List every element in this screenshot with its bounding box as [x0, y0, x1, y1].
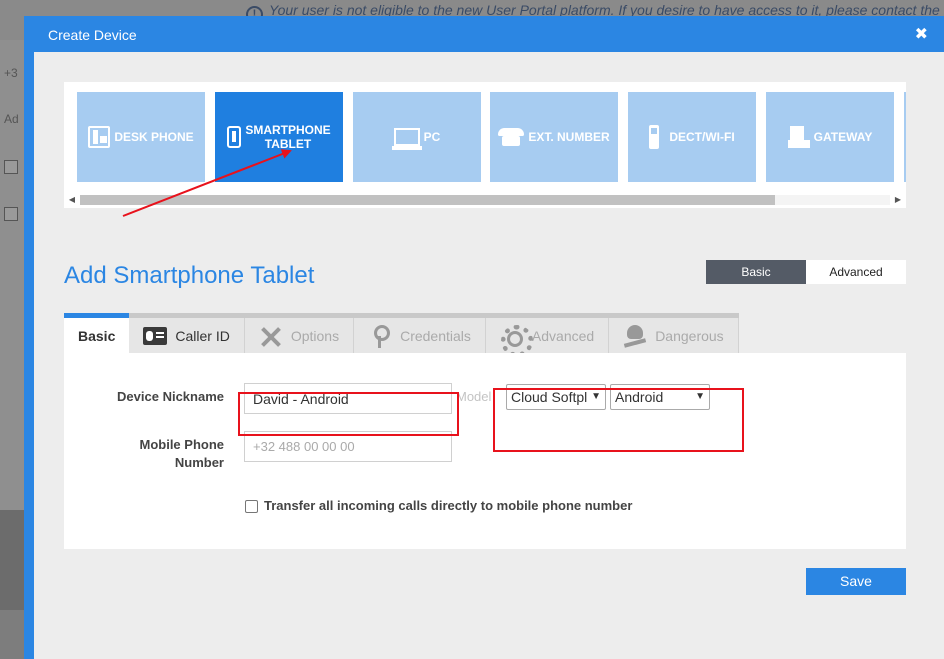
annotation-arrow [122, 149, 292, 217]
